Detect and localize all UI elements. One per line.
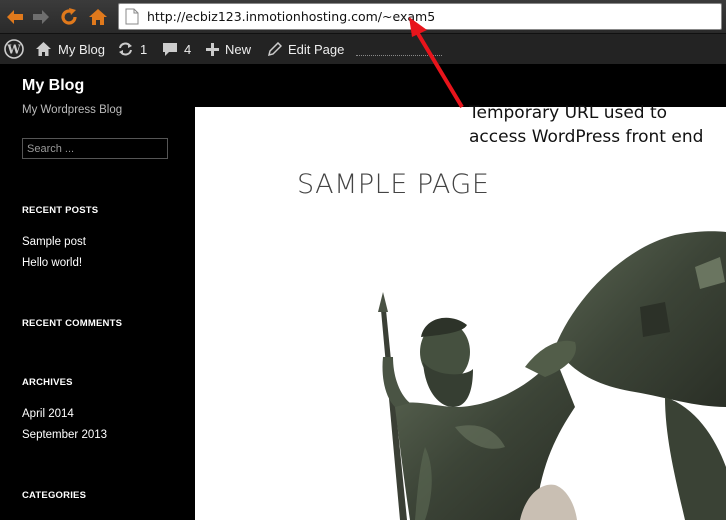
admin-bar-comments[interactable]: 4 <box>162 34 191 64</box>
home-icon <box>36 42 51 56</box>
recent-posts-title: RECENT POSTS <box>22 205 99 216</box>
recent-comments-title: RECENT COMMENTS <box>22 318 123 329</box>
admin-bar-edit-page[interactable]: Edit Page <box>267 34 344 64</box>
browser-toolbar: http://ecbiz123.inmotionhosting.com/~exa… <box>0 0 726 34</box>
back-arrow-icon[interactable] <box>3 5 27 29</box>
new-label: New <box>225 41 252 57</box>
page-icon <box>125 8 139 25</box>
url-text: http://ecbiz123.inmotionhosting.com/~exa… <box>147 9 436 24</box>
main-content: SAMPLE PAGE <box>195 107 726 520</box>
pencil-icon <box>267 41 282 56</box>
recent-post-link[interactable]: Hello world! <box>22 257 82 269</box>
archives-title: ARCHIVES <box>22 377 73 388</box>
plus-icon <box>206 42 219 56</box>
comments-count: 4 <box>184 41 192 57</box>
svg-text:W: W <box>6 43 21 57</box>
edit-page-label: Edit Page <box>288 41 345 57</box>
search-input[interactable] <box>22 138 168 159</box>
forward-arrow-icon[interactable] <box>29 5 53 29</box>
wordpress-logo-icon[interactable]: W <box>4 34 24 64</box>
admin-bar-site-name-label: My Blog <box>58 41 105 57</box>
categories-title: CATEGORIES <box>22 490 87 501</box>
admin-bar-divider <box>356 55 442 56</box>
wp-admin-bar: W My Blog 1 4 New Edit Page <box>0 34 726 64</box>
comment-bubble-icon <box>163 43 177 56</box>
home-icon[interactable] <box>86 5 110 29</box>
annotation-text: Temporary URL used to access WordPress f… <box>469 103 704 147</box>
updates-count: 1 <box>140 41 148 57</box>
updates-icon <box>119 42 132 56</box>
reload-icon[interactable] <box>57 5 81 29</box>
sidebar: My Blog My Wordpress Blog RECENT POSTS S… <box>0 64 195 520</box>
admin-bar-updates[interactable]: 1 <box>117 34 147 64</box>
admin-bar-site-name[interactable]: My Blog <box>35 34 105 64</box>
archive-link[interactable]: April 2014 <box>22 408 74 420</box>
site-description: My Wordpress Blog <box>22 104 123 116</box>
address-bar[interactable]: http://ecbiz123.inmotionhosting.com/~exa… <box>118 3 722 30</box>
recent-post-link[interactable]: Sample post <box>22 236 86 248</box>
site-title[interactable]: My Blog <box>22 77 84 95</box>
archive-link[interactable]: September 2013 <box>22 429 107 441</box>
admin-bar-new[interactable]: New <box>206 34 251 64</box>
statue-image <box>378 231 726 520</box>
